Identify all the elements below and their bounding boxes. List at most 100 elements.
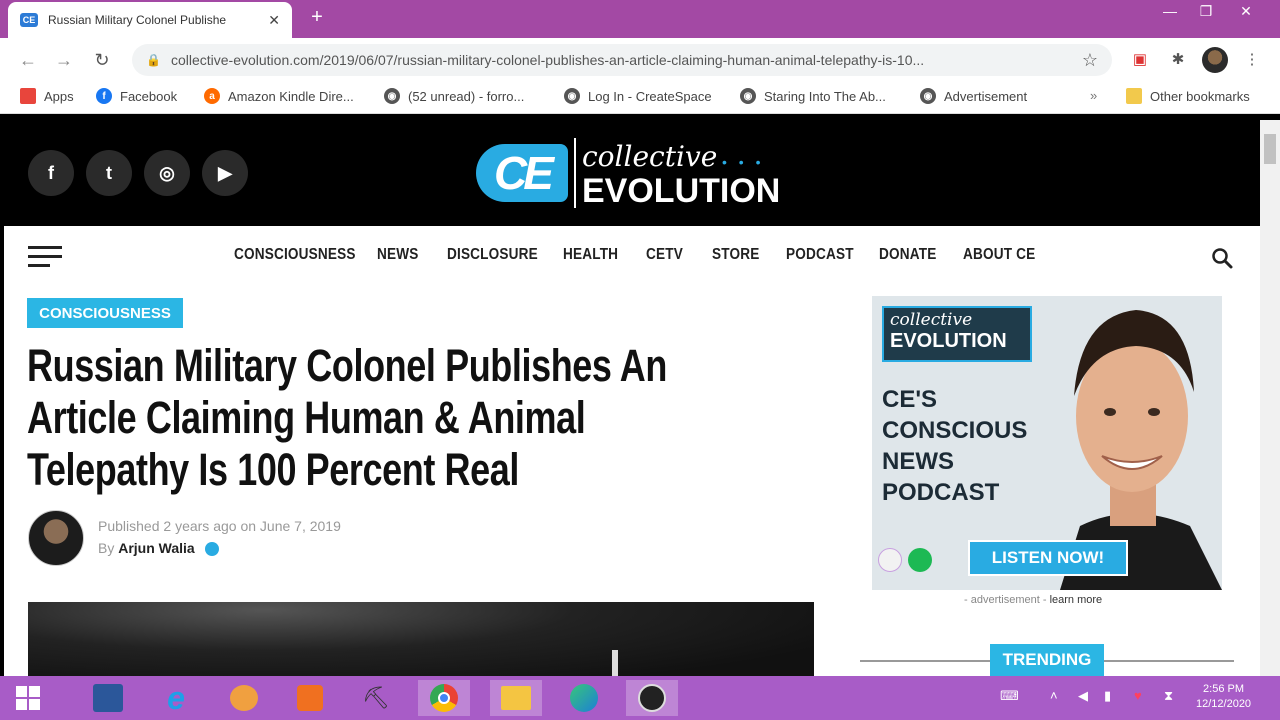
bookmark-amazon-kindle[interactable]: a Amazon Kindle Dire... xyxy=(204,88,354,104)
scrollbar-thumb[interactable] xyxy=(1264,134,1276,164)
tab-title: Russian Military Colonel Publishe xyxy=(48,13,227,27)
taskbar-app-obs[interactable] xyxy=(626,680,678,716)
search-icon[interactable] xyxy=(1210,246,1234,270)
other-bookmarks[interactable]: Other bookmarks xyxy=(1126,88,1250,104)
minimize-button[interactable]: — xyxy=(1150,0,1190,24)
bookmark-apps[interactable]: Apps xyxy=(20,88,74,104)
clock-time: 2:56 PM xyxy=(1203,683,1245,695)
url-text: collective-evolution.com/2019/06/07/russ… xyxy=(170,52,925,68)
bookmark-label: Staring Into The Ab... xyxy=(764,88,886,104)
apps-grid-icon xyxy=(20,88,36,104)
bookmarks-overflow-button[interactable]: » xyxy=(1090,88,1097,103)
clock-date: 12/12/2020 xyxy=(1196,698,1252,710)
ad-logo-bottom: EVOLUTION xyxy=(890,330,1007,352)
nav-consciousness[interactable]: CONSCIOUSNESS xyxy=(234,246,356,264)
youtube-icon[interactable]: ▶ xyxy=(202,150,248,196)
browser-tab-strip: CE Russian Military Colonel Publishe ✕ +… xyxy=(0,0,1280,38)
nav-store[interactable]: STORE xyxy=(712,246,759,264)
published-prefix: Published xyxy=(98,518,160,534)
taskbar-app-ie[interactable]: e xyxy=(150,680,202,716)
learn-more-link[interactable]: learn more xyxy=(1050,594,1103,606)
bookmark-star-icon[interactable]: ☆ xyxy=(1082,50,1098,71)
article-headline: Russian Military Colonel Publishes An Ar… xyxy=(27,340,747,496)
nav-podcast[interactable]: PODCAST xyxy=(786,246,854,264)
nav-disclosure[interactable]: DISCLOSURE xyxy=(447,246,538,264)
address-bar[interactable]: 🔒 collective-evolution.com/2019/06/07/ru… xyxy=(132,44,1112,76)
byline: By Arjun Walia xyxy=(98,540,219,557)
tool-icon: ⛏ xyxy=(362,685,390,710)
bookmark-advertisement[interactable]: ◉ Advertisement xyxy=(920,88,1027,104)
hamburger-menu-icon[interactable] xyxy=(28,246,62,268)
new-tab-button[interactable]: + xyxy=(306,6,328,28)
menu-kebab-icon[interactable]: ⋮ xyxy=(1240,48,1264,72)
keyboard-icon[interactable]: ⌨ xyxy=(1000,688,1019,704)
tab-close-icon[interactable]: ✕ xyxy=(268,12,280,29)
logo-dots: • • • xyxy=(722,154,765,170)
nav-news[interactable]: NEWS xyxy=(377,246,418,264)
author-avatar[interactable] xyxy=(28,510,84,566)
headline-line: Telepathy Is 100 Percent Real xyxy=(27,444,519,495)
word-icon xyxy=(93,684,123,712)
volume-icon[interactable]: ◀ xyxy=(1078,688,1088,704)
facebook-icon[interactable]: f xyxy=(28,150,74,196)
category-badge[interactable]: CONSCIOUSNESS xyxy=(27,298,183,328)
globe-icon: ◉ xyxy=(740,88,756,104)
action-center-icon[interactable]: ⧗ xyxy=(1164,688,1173,704)
profile-avatar[interactable] xyxy=(1202,47,1228,73)
site-logo[interactable]: CE collective • • • EVOLUTION xyxy=(476,134,796,214)
bookmark-staring[interactable]: ◉ Staring Into The Ab... xyxy=(740,88,886,104)
nav-health[interactable]: HEALTH xyxy=(563,246,618,264)
bookmark-unread[interactable]: ◉ (52 unread) - forro... xyxy=(384,88,524,104)
bookmark-createspace[interactable]: ◉ Log In - CreateSpace xyxy=(564,88,712,104)
extension-icon[interactable]: ▣ xyxy=(1128,48,1152,72)
extensions-puzzle-icon[interactable]: ✱ xyxy=(1166,48,1190,72)
screen: CE Russian Military Colonel Publishe ✕ +… xyxy=(0,0,1280,720)
instagram-icon[interactable]: ◎ xyxy=(144,150,190,196)
taskbar-app-pickaxe[interactable]: ⛏ xyxy=(350,680,402,716)
forward-arrow-icon[interactable]: → xyxy=(52,48,76,72)
taskbar-app-explorer[interactable] xyxy=(490,680,542,716)
headline-line: Article Claiming Human & Animal xyxy=(27,392,586,443)
author-name[interactable]: Arjun Walia xyxy=(118,540,195,556)
taskbar-app-word[interactable] xyxy=(82,680,134,716)
reload-icon[interactable]: ↻ xyxy=(90,48,114,72)
site-favicon-icon: CE xyxy=(20,13,38,27)
taskbar-app-chrome[interactable] xyxy=(418,680,470,716)
bookmark-facebook[interactable]: f Facebook xyxy=(96,88,177,104)
nav-donate[interactable]: DONATE xyxy=(879,246,936,264)
podcast-app-icons xyxy=(878,548,932,572)
logo-divider xyxy=(574,138,576,208)
globe-icon: ◉ xyxy=(384,88,400,104)
browser-tab[interactable]: CE Russian Military Colonel Publishe ✕ xyxy=(8,2,292,38)
bookmarks-bar: Apps f Facebook a Amazon Kindle Dire... … xyxy=(0,82,1280,114)
podcast-advertisement[interactable]: collective EVOLUTION CE'S CONSCIOUS NEWS… xyxy=(872,296,1222,590)
logo-wordmark-top: collective xyxy=(582,140,718,173)
page-scrollbar[interactable] xyxy=(1260,120,1280,676)
taskbar-app-paint[interactable] xyxy=(218,680,270,716)
lock-icon: 🔒 xyxy=(146,53,161,67)
back-arrow-icon[interactable]: ← xyxy=(16,48,40,72)
browser-toolbar: ← → ↻ 🔒 collective-evolution.com/2019/06… xyxy=(0,38,1280,82)
web-page: f t ◎ ▶ CE collective • • • EVOLUTION CO… xyxy=(4,120,1260,676)
twitter-icon[interactable]: t xyxy=(86,150,132,196)
listen-now-button[interactable]: LISTEN NOW! xyxy=(968,540,1128,576)
start-button[interactable] xyxy=(2,680,54,716)
show-hidden-icons[interactable]: ˄ xyxy=(1050,688,1058,703)
published-relative: 2 years ago xyxy=(163,518,237,534)
heart-icon[interactable]: ♥ xyxy=(1134,688,1142,703)
taskbar-app-edge[interactable] xyxy=(558,680,610,716)
restore-button[interactable]: ❐ xyxy=(1186,0,1226,24)
nav-about[interactable]: ABOUT CE xyxy=(963,246,1035,264)
publish-meta: Published 2 years ago on June 7, 2019 xyxy=(98,518,341,534)
ad-show-logo: collective EVOLUTION xyxy=(882,306,1032,362)
nav-cetv[interactable]: CETV xyxy=(646,246,683,264)
logo-mark: CE xyxy=(476,144,568,202)
close-window-button[interactable]: ✕ xyxy=(1226,0,1266,24)
hero-image-light xyxy=(612,650,618,676)
windows-logo-icon xyxy=(16,686,40,710)
media-player-icon xyxy=(297,685,323,711)
taskbar-app-media[interactable] xyxy=(284,680,336,716)
network-icon[interactable]: ▮ xyxy=(1104,688,1111,704)
system-clock[interactable]: 2:56 PM 12/12/2020 xyxy=(1196,682,1251,712)
verified-badge-icon xyxy=(204,542,219,557)
